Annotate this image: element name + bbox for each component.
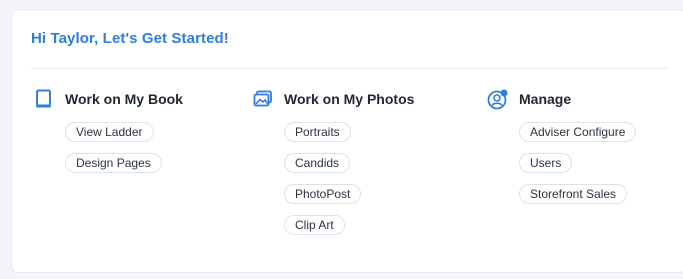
adviser-configure-link[interactable]: Adviser Configure [519,122,637,142]
user-settings-icon [487,88,509,110]
book-section: Work on My Book View Ladder Design Pages [33,88,183,184]
divider [31,68,668,69]
getting-started-card: Hi Taylor, Let's Get Started! Work on My… [11,9,683,273]
design-pages-link[interactable]: Design Pages [65,153,162,173]
photos-section-header: Work on My Photos [252,88,414,110]
photopost-link[interactable]: PhotoPost [284,184,362,204]
photos-links: Portraits Candids PhotoPost Clip Art [284,122,414,246]
storefront-sales-link[interactable]: Storefront Sales [519,184,628,204]
page-title: Hi Taylor, Let's Get Started! [31,30,229,47]
users-link[interactable]: Users [519,153,573,173]
view-ladder-link[interactable]: View Ladder [65,122,154,142]
book-section-header: Work on My Book [33,88,183,110]
photos-icon [252,88,274,110]
book-section-title: Work on My Book [65,91,183,107]
candids-link[interactable]: Candids [284,153,351,173]
clip-art-link[interactable]: Clip Art [284,215,345,235]
book-icon [33,88,55,110]
portraits-link[interactable]: Portraits [284,122,351,142]
manage-links: Adviser Configure Users Storefront Sales [519,122,637,215]
photos-section: Work on My Photos Portraits Candids Phot… [252,88,414,246]
manage-section-header: Manage [487,88,636,110]
manage-section-title: Manage [519,91,572,107]
manage-section: Manage Adviser Configure Users Storefron… [487,88,637,215]
photos-section-title: Work on My Photos [284,91,415,107]
book-links: View Ladder Design Pages [65,122,183,184]
